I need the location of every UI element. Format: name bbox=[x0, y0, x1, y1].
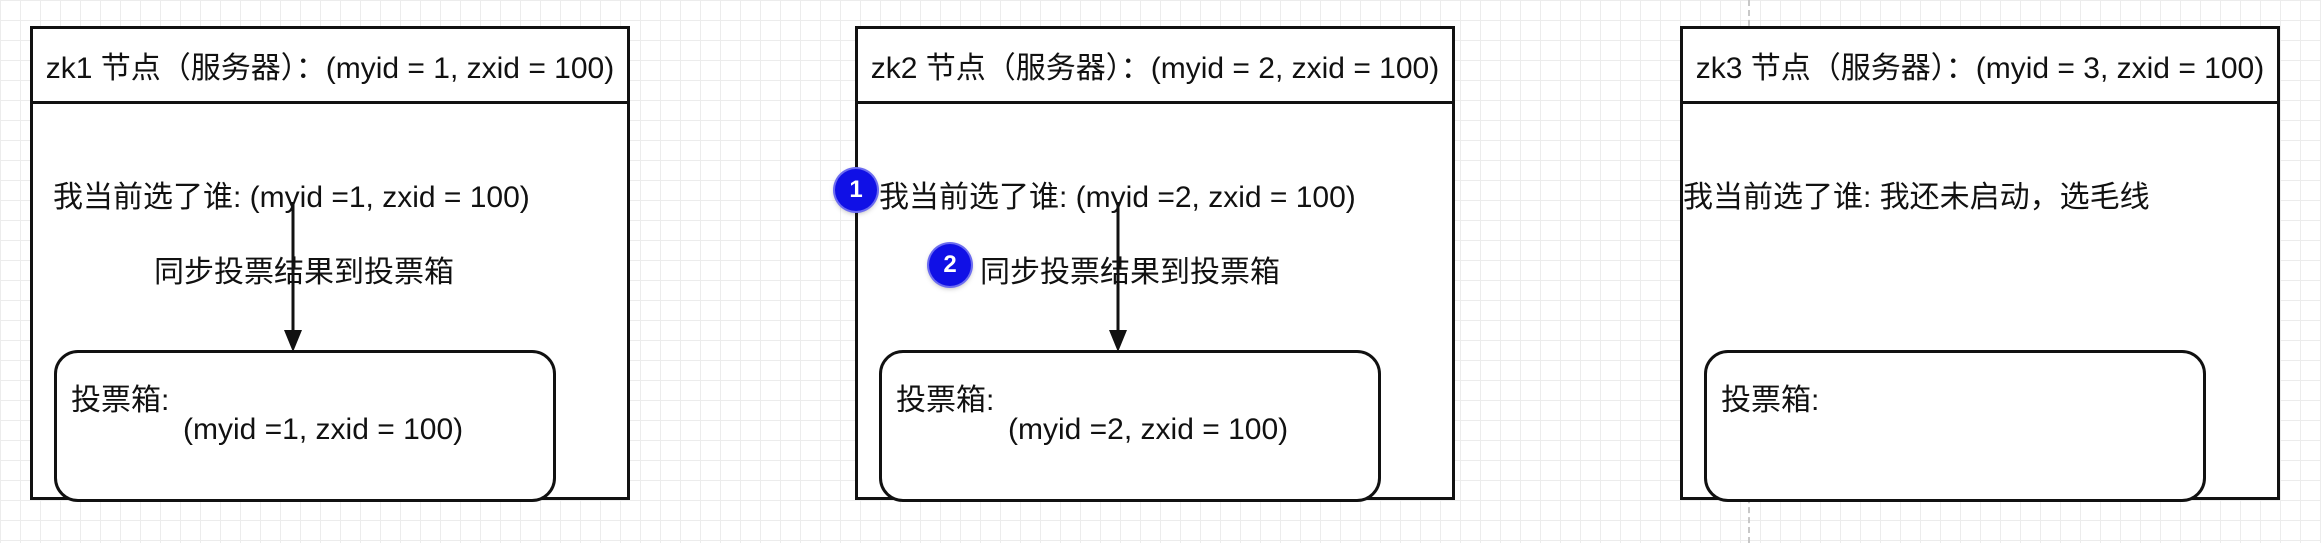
zk3-node-header: zk3 节点（服务器）：(myid = 3, zxid = 100) bbox=[1683, 29, 2277, 104]
zk3-ballot-box[interactable]: 投票箱: bbox=[1704, 350, 2206, 502]
zk1-current-vote: 我当前选了谁: (myid =1, zxid = 100) bbox=[53, 181, 530, 214]
zk2-node-header: zk2 节点（服务器）：(myid = 2, zxid = 100) bbox=[858, 29, 1452, 104]
zk1-node-header: zk1 节点（服务器）：(myid = 1, zxid = 100) bbox=[33, 29, 627, 104]
zk1-sync-label: 同步投票结果到投票箱 bbox=[154, 256, 454, 289]
zk1-ballot-box-value: (myid =1, zxid = 100) bbox=[183, 413, 464, 446]
zk2-ballot-box-title: 投票箱: bbox=[896, 384, 995, 417]
zk2-ballot-box[interactable]: 投票箱: (myid =2, zxid = 100) bbox=[879, 350, 1381, 502]
step-badge-2[interactable]: 2 bbox=[929, 244, 971, 286]
zk3-current-vote: 我当前选了谁: 我还未启动，选毛线 bbox=[1683, 181, 2150, 214]
zk1-ballot-box-title: 投票箱: bbox=[71, 384, 170, 417]
step-badge-1[interactable]: 1 bbox=[835, 169, 877, 211]
zk3-ballot-box-title: 投票箱: bbox=[1721, 384, 1820, 417]
zk1-ballot-box[interactable]: 投票箱: (myid =1, zxid = 100) bbox=[54, 350, 556, 502]
zk2-current-vote: 我当前选了谁: (myid =2, zxid = 100) bbox=[879, 181, 1356, 214]
zk2-sync-label: 同步投票结果到投票箱 bbox=[980, 256, 1280, 289]
zk2-ballot-box-value: (myid =2, zxid = 100) bbox=[1008, 413, 1289, 446]
